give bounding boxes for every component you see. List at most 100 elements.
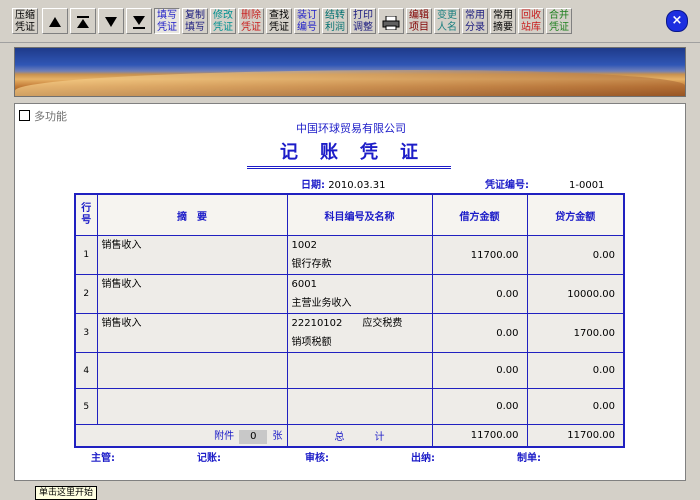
account-code: 6001 (291, 279, 317, 290)
row-index: 3 (74, 313, 98, 353)
col-debit: 借方金额 (431, 193, 528, 236)
credit-cell[interactable]: 0.00 (526, 235, 625, 275)
row-index: 5 (74, 388, 98, 425)
col-account: 科目编号及名称 (286, 193, 433, 236)
signer-preparer: 制单: (517, 453, 541, 464)
account-code: 1002 (291, 240, 317, 251)
account-cell[interactable]: 1002 银行存款 (286, 235, 433, 275)
merge-voucher-button[interactable]: 合并 凭证 (546, 8, 572, 34)
print-adjust-button[interactable]: 打印 调整 (350, 8, 376, 34)
table-row[interactable]: 5 0.00 0.00 (74, 388, 625, 425)
row-index: 4 (74, 352, 98, 389)
close-icon[interactable]: × (666, 10, 688, 32)
status-bar (0, 486, 700, 499)
button-label-2: 分录 (465, 22, 485, 33)
account-cell[interactable]: 22210102 应交税费 销项税额 (286, 313, 433, 353)
header-label: 摘 要 (177, 211, 207, 223)
debit-total: 11700.00 (431, 424, 528, 448)
header-label: 借方金额 (459, 211, 500, 223)
account-name: 银行存款 (291, 259, 332, 270)
credit-total: 11700.00 (526, 424, 625, 448)
change-name-button[interactable]: 变更 人名 (434, 8, 460, 34)
attachment-count-input[interactable]: 0 (239, 430, 268, 444)
voucher-panel: 多功能 中国环球贸易有限公司 记账凭证 日期: 2010.03.31 凭证编号:… (14, 103, 686, 481)
last-record-button[interactable] (126, 8, 152, 34)
signer-supervisor: 主管: (91, 453, 115, 464)
button-label: 结转 (325, 10, 345, 21)
debit-cell[interactable]: 0.00 (431, 274, 528, 314)
summary-cell[interactable]: 销售收入 (96, 313, 288, 353)
header-label: 贷方金额 (555, 211, 596, 223)
button-label: 编辑 (409, 10, 429, 21)
summary-cell[interactable]: 销售收入 (96, 274, 288, 314)
credit-cell[interactable]: 1700.00 (526, 313, 625, 353)
button-label: 查找 (269, 10, 289, 21)
button-label-2: 凭证 (241, 22, 261, 33)
button-label-2: 编号 (297, 22, 317, 33)
triangle-up-bar-icon (77, 16, 89, 28)
next-record-button[interactable] (98, 8, 124, 34)
common-entry-button[interactable]: 常用 分录 (462, 8, 488, 34)
find-voucher-button[interactable]: 查找 凭证 (266, 8, 292, 34)
account-cell[interactable] (286, 352, 433, 389)
button-label-2: 凭证 (213, 22, 233, 33)
button-label-2: 项目 (409, 22, 429, 33)
table-row[interactable]: 3 销售收入 22210102 应交税费 销项税额 0.00 1700.00 (74, 313, 625, 353)
credit-cell[interactable]: 10000.00 (526, 274, 625, 314)
debit-cell[interactable]: 0.00 (431, 352, 528, 389)
start-hint-tooltip[interactable]: 单击这里开始 (35, 486, 98, 500)
table-row[interactable]: 4 0.00 0.00 (74, 352, 625, 389)
debit-cell[interactable]: 0.00 (431, 313, 528, 353)
desert-banner (14, 47, 686, 97)
voucher-table: 行号 摘 要 科目编号及名称 借方金额 贷方金额 1 销售收入 1002 银行存款… (74, 193, 625, 448)
button-label-2: 调整 (353, 22, 373, 33)
summary-cell[interactable]: 销售收入 (96, 235, 288, 275)
button-label: 压缩 (15, 10, 35, 21)
summary-text: 销售收入 (101, 318, 142, 329)
button-label: 合并 (549, 10, 569, 21)
signer-bookkeeper: 记账: (197, 453, 221, 464)
print-button[interactable] (378, 8, 404, 34)
fill-voucher-button[interactable]: 填写 凭证 (154, 8, 180, 34)
recycle-bin-button[interactable]: 回收 站库 (518, 8, 544, 34)
copy-fill-button[interactable]: 复制 填写 (182, 8, 208, 34)
button-label: 装订 (297, 10, 317, 21)
button-label-2: 凭证 (157, 22, 177, 33)
table-row[interactable]: 1 销售收入 1002 银行存款 11700.00 0.00 (74, 235, 625, 275)
total-label: 总 计 (334, 432, 385, 443)
row-index: 2 (74, 274, 98, 314)
button-label: 常用 (465, 10, 485, 21)
edit-voucher-button[interactable]: 修改 凭证 (210, 8, 236, 34)
credit-cell[interactable]: 0.00 (526, 388, 625, 425)
credit-cell[interactable]: 0.00 (526, 352, 625, 389)
carry-profit-button[interactable]: 结转 利润 (322, 8, 348, 34)
account-cell[interactable] (286, 388, 433, 425)
table-row[interactable]: 2 销售收入 6001 主营业务收入 0.00 10000.00 (74, 274, 625, 314)
button-label: 删除 (241, 10, 261, 21)
bind-number-button[interactable]: 装订 编号 (294, 8, 320, 34)
signer-cashier: 出纳: (411, 453, 435, 464)
common-summary-button[interactable]: 常用 摘要 (490, 8, 516, 34)
delete-voucher-button[interactable]: 删除 凭证 (238, 8, 264, 34)
button-label-2: 凭证 (15, 22, 35, 33)
summary-text: 销售收入 (101, 240, 142, 251)
first-record-button[interactable] (42, 8, 68, 34)
button-label: 常用 (493, 10, 513, 21)
debit-cell[interactable]: 0.00 (431, 388, 528, 425)
row-index: 1 (74, 235, 98, 275)
edit-project-button[interactable]: 编辑 项目 (406, 8, 432, 34)
summary-cell[interactable] (96, 352, 288, 389)
triangle-up-icon (49, 17, 61, 27)
account-name: 销项税额 (291, 337, 332, 348)
signer-reviewer: 审核: (305, 453, 329, 464)
compress-voucher-button[interactable]: 压缩 凭证 (12, 8, 38, 34)
attachment-label: 附件 (214, 431, 235, 442)
triangle-down-bar-icon (133, 16, 145, 29)
account-cell[interactable]: 6001 主营业务收入 (286, 274, 433, 314)
toolbar: 压缩 凭证 填写 凭证 复制 填写 修改 凭证 删除 凭证 查找 凭证 装订 编号 结转 利润 … (0, 0, 700, 43)
summary-cell[interactable] (96, 388, 288, 425)
total-label-cell: 总 计 (286, 424, 433, 448)
button-label-2: 利润 (325, 22, 345, 33)
debit-cell[interactable]: 11700.00 (431, 235, 528, 275)
prev-record-button[interactable] (70, 8, 96, 34)
